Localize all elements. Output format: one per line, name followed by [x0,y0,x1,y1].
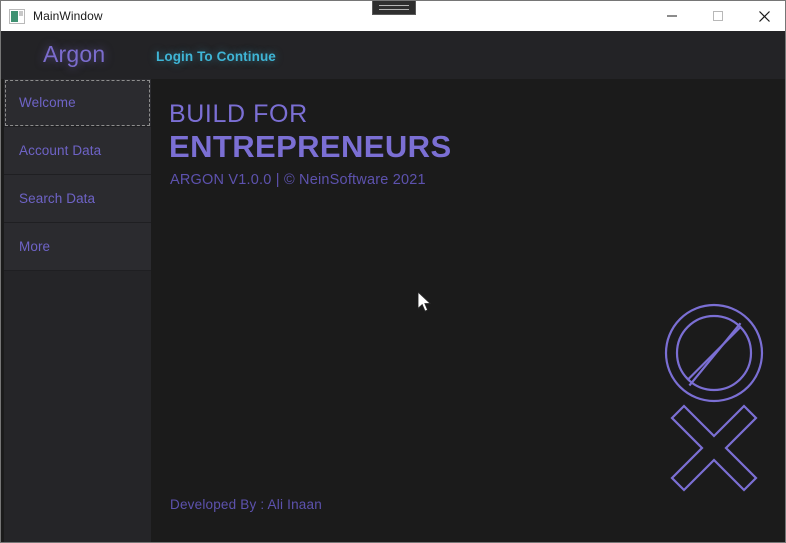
main-content: BUILD FOR ENTREPRENEURS ARGON V1.0.0 | ©… [151,79,785,542]
app-header: Argon Login To Continue [1,31,785,79]
snap-handle-line-top [379,5,409,6]
close-icon [758,10,770,22]
close-button[interactable] [741,1,785,31]
x-cross-mark [670,404,758,492]
sidebar-item-label: More [19,239,51,254]
maximize-icon [713,11,723,21]
version-copyright-line: ARGON V1.0.0 | © NeinSoftware 2021 [170,172,426,188]
sidebar: Welcome Account Data Search Data More [4,79,151,542]
hero-block: BUILD FOR ENTREPRENEURS ARGON V1.0.0 | ©… [169,100,452,188]
decorative-marks [664,303,764,492]
hero-headline-bottom: ENTREPRENEURS [169,129,452,164]
sidebar-item-label: Welcome [19,95,76,110]
maximize-button[interactable] [695,1,741,31]
app-window-icon [9,8,25,24]
title-bar[interactable]: MainWindow [1,1,785,32]
window-controls [649,1,785,31]
minimize-button[interactable] [649,1,695,31]
minimize-icon [667,15,677,17]
window-title: MainWindow [33,9,103,23]
login-to-continue-link[interactable]: Login To Continue [156,49,276,64]
snap-handle-line-bottom [379,9,409,10]
mouse-pointer [418,292,432,312]
main-window: MainWindow Argon Login To Continue Welco… [0,0,786,543]
sidebar-item-account-data[interactable]: Account Data [4,127,151,175]
brand-logo: Argon [43,41,106,67]
snap-layout-handle[interactable] [372,1,416,15]
prohibition-circle-mark [664,303,764,403]
sidebar-item-label: Account Data [19,143,102,158]
sidebar-item-label: Search Data [19,191,96,206]
title-bar-left: MainWindow [9,1,103,31]
sidebar-item-welcome[interactable]: Welcome [4,79,151,127]
hero-headline-top: BUILD FOR [169,100,308,128]
sidebar-item-search-data[interactable]: Search Data [4,175,151,223]
sidebar-empty-space [4,271,151,542]
sidebar-item-more[interactable]: More [4,223,151,271]
developer-credit: Developed By : Ali Inaan [170,497,322,512]
